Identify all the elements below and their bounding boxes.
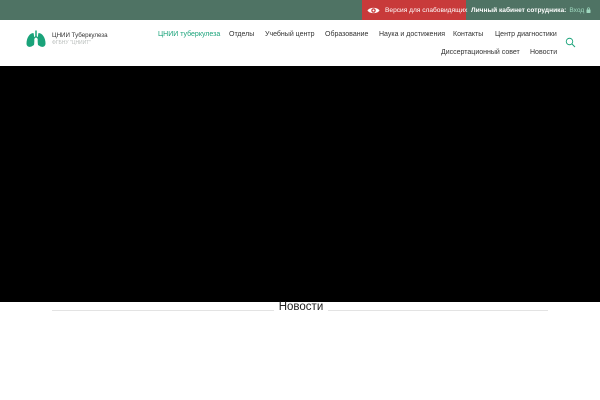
site-logo[interactable]: ЦНИИ Туберкулеза ФГБНУ "ЦНИИТ" [25,30,108,48]
nav-item-institute[interactable]: ЦНИИ туберкулеза [158,31,220,38]
news-divider-left [52,310,274,311]
login-link[interactable]: Вход [569,7,584,14]
nav-item-training-center[interactable]: Учебный центр [265,31,314,38]
nav-item-dissertation-council[interactable]: Диссертационный совет [441,49,520,56]
staff-cabinet: Личный кабинет сотрудника: Вход [471,0,591,20]
hero-video[interactable] [0,66,600,302]
nav-item-diagnostics-center[interactable]: Центр диагностики [495,31,557,38]
nav-item-education[interactable]: Образование [325,31,368,38]
nav-item-news[interactable]: Новости [530,49,557,56]
lungs-icon [25,30,47,48]
eye-icon [367,7,380,13]
visually-impaired-version-button[interactable]: Версия для слабовидящих [362,0,468,20]
news-section-title: Новости [278,301,324,313]
nav-item-science[interactable]: Наука и достижения [379,31,445,38]
nav-item-departments[interactable]: Отделы [229,31,254,38]
logo-subtitle: ФГБНУ "ЦНИИТ" [52,40,92,46]
site-header: ЦНИИ Туберкулеза ФГБНУ "ЦНИИТ" ЦНИИ тубе… [0,20,600,66]
news-divider-right [328,310,548,311]
logo-title: ЦНИИ Туберкулеза [52,32,108,39]
nav-item-contacts[interactable]: Контакты [453,31,483,38]
visually-impaired-label: Версия для слабовидящих [385,6,468,14]
search-icon[interactable] [565,37,576,48]
top-utility-bar: Версия для слабовидящих Личный кабинет с… [0,0,600,20]
staff-cabinet-label: Личный кабинет сотрудника: [471,6,567,14]
lock-icon [586,7,591,13]
logo-text: ЦНИИ Туберкулеза ФГБНУ "ЦНИИТ" [52,32,108,46]
